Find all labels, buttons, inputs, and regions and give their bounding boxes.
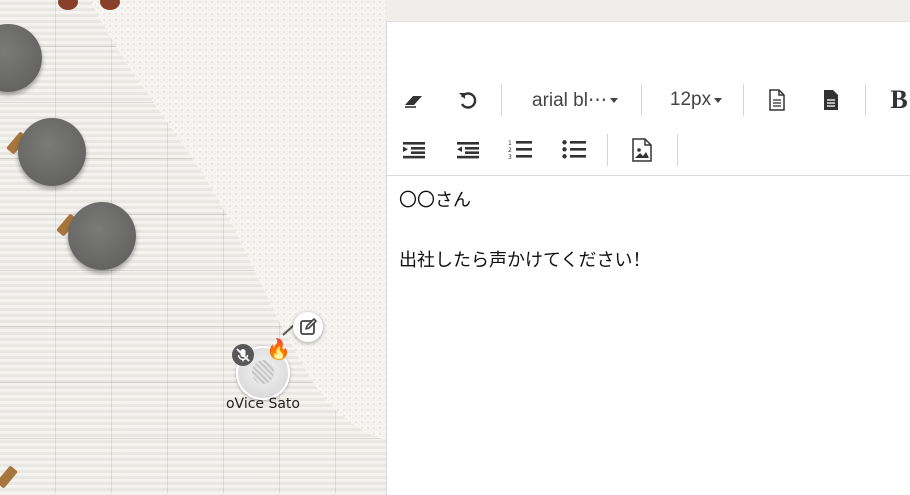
unordered-list-icon: [562, 140, 586, 159]
indent-button[interactable]: [401, 132, 427, 168]
toolbar-separator: [865, 84, 866, 116]
image-icon: [632, 138, 652, 162]
eraser-icon: [405, 96, 422, 108]
indent-icon: [403, 142, 425, 159]
chevron-down-icon: [609, 97, 618, 103]
round-table[interactable]: [68, 202, 136, 270]
document-filled-button[interactable]: [819, 82, 843, 118]
editor-content[interactable]: 〇〇さん 出社したら声かけてください！: [399, 186, 899, 276]
toolbar-separator: [641, 84, 642, 116]
font-size-select[interactable]: 12px: [661, 82, 731, 118]
toolbar-separator: [743, 84, 744, 116]
document-outline-button[interactable]: [765, 82, 789, 118]
outdent-button[interactable]: [455, 132, 481, 168]
svg-text:1: 1: [508, 140, 512, 147]
undo-icon: [459, 92, 477, 109]
font-size-value: 12px: [669, 89, 712, 110]
toolbar-separator: [501, 84, 502, 116]
ordered-list-icon: 1 2 3: [508, 140, 532, 161]
toolbar-separator: [607, 134, 608, 166]
status-emoji: 🔥: [266, 337, 291, 361]
content-line[interactable]: [399, 216, 899, 246]
rug: [90, 0, 386, 440]
eraser-button[interactable]: [401, 82, 427, 118]
toolbar-row-2: 1 2 3: [387, 132, 910, 168]
outdent-icon: [457, 142, 479, 159]
document-outline-icon: [769, 89, 785, 111]
bold-button[interactable]: B: [887, 82, 910, 118]
edit-note-icon[interactable]: [293, 312, 323, 342]
toolbar-separator: [677, 134, 678, 166]
text-editor-panel: arial bl⋯ 12px B 1 2 3 〇〇さん 出社したら声かけてくださ…: [386, 21, 910, 495]
undo-button[interactable]: [453, 82, 481, 118]
chevron-down-icon: [714, 97, 723, 103]
ordered-list-button[interactable]: 1 2 3: [507, 132, 533, 168]
toolbar-row-1: arial bl⋯ 12px B: [387, 82, 910, 118]
unordered-list-button[interactable]: [561, 132, 587, 168]
svg-text:3: 3: [508, 154, 512, 161]
office-canvas[interactable]: 🔥 oVice Sato: [0, 0, 386, 494]
document-filled-icon: [824, 90, 838, 110]
font-family-value: arial bl⋯: [532, 89, 607, 111]
round-table[interactable]: [18, 118, 86, 186]
insert-image-button[interactable]: [629, 132, 655, 168]
toolbar-divider: [387, 175, 910, 176]
content-line[interactable]: 〇〇さん: [399, 186, 899, 216]
mic-muted-icon: [232, 344, 254, 366]
content-line[interactable]: 出社したら声かけてください！: [399, 246, 899, 276]
font-family-select[interactable]: arial bl⋯: [521, 82, 629, 118]
avatar-photo: [252, 360, 274, 384]
svg-text:2: 2: [508, 147, 512, 154]
user-name-label: oVice Sato: [225, 396, 300, 412]
